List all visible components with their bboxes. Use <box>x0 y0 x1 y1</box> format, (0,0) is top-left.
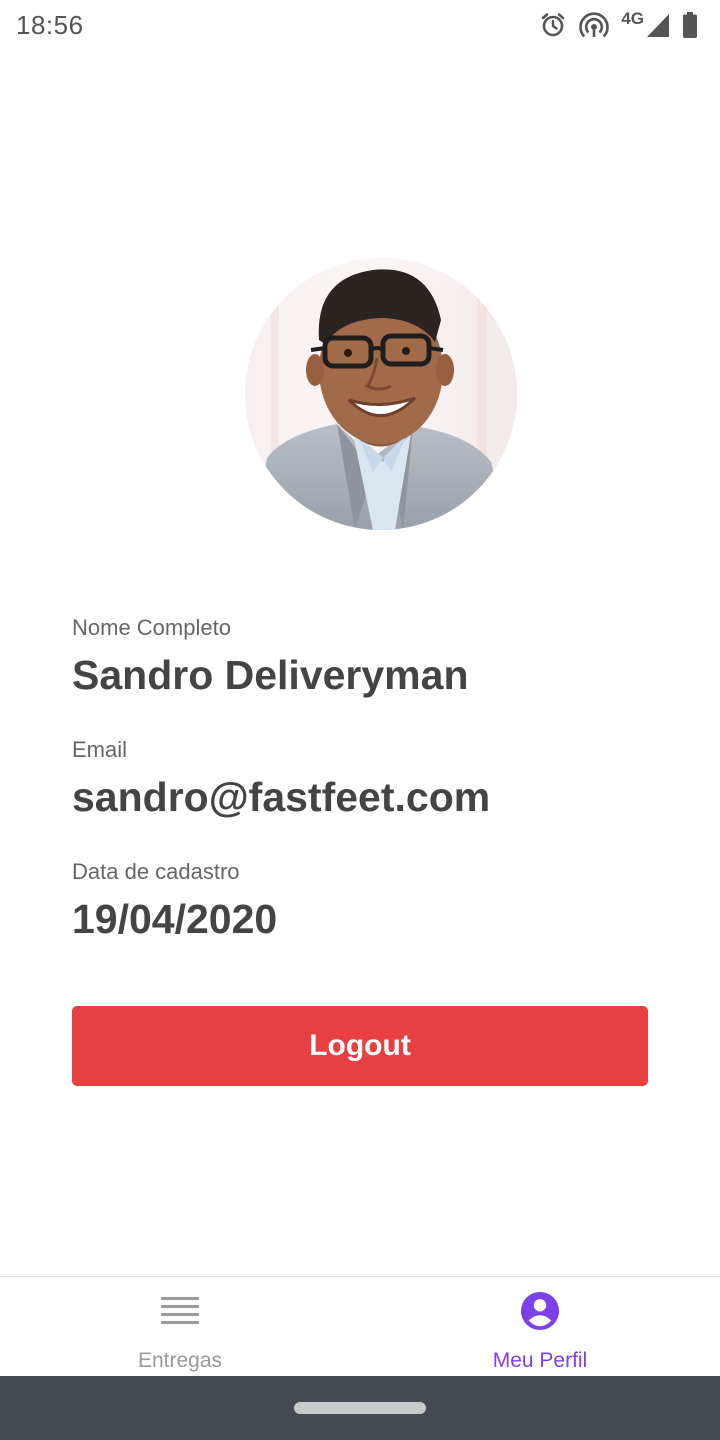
tab-meu-perfil-label: Meu Perfil <box>492 1349 588 1372</box>
profile-avatar <box>245 258 517 530</box>
alarm-icon <box>539 11 567 39</box>
status-bar: 18:56 4G <box>0 0 720 50</box>
bottom-tab-bar: Entregas Meu Perfil <box>0 1276 720 1377</box>
list-icon <box>160 1291 200 1331</box>
logout-button[interactable]: Logout <box>72 1006 648 1086</box>
tab-entregas-label: Entregas <box>137 1349 223 1372</box>
battery-icon <box>682 11 698 39</box>
home-gesture-handle[interactable] <box>294 1402 426 1414</box>
tab-entregas[interactable]: Entregas <box>0 1277 360 1377</box>
signal-icon <box>646 12 670 38</box>
hotspot-icon <box>579 11 610 39</box>
registration-date-label: Data de cadastro <box>72 859 240 884</box>
full-name-label: Nome Completo <box>72 615 231 640</box>
email-value: sandro@fastfeet.com <box>72 774 491 820</box>
full-name-value: Sandro Deliveryman <box>72 652 469 698</box>
status-time: 18:56 <box>16 10 84 40</box>
registration-date-value: 19/04/2020 <box>72 896 278 942</box>
network-type: 4G <box>621 9 644 28</box>
email-label: Email <box>72 737 128 762</box>
account-circle-icon <box>520 1291 560 1331</box>
status-icons: 4G <box>539 9 698 40</box>
profile-photo <box>245 258 517 530</box>
tab-meu-perfil[interactable]: Meu Perfil <box>360 1277 720 1377</box>
system-nav-bar <box>0 1376 720 1440</box>
